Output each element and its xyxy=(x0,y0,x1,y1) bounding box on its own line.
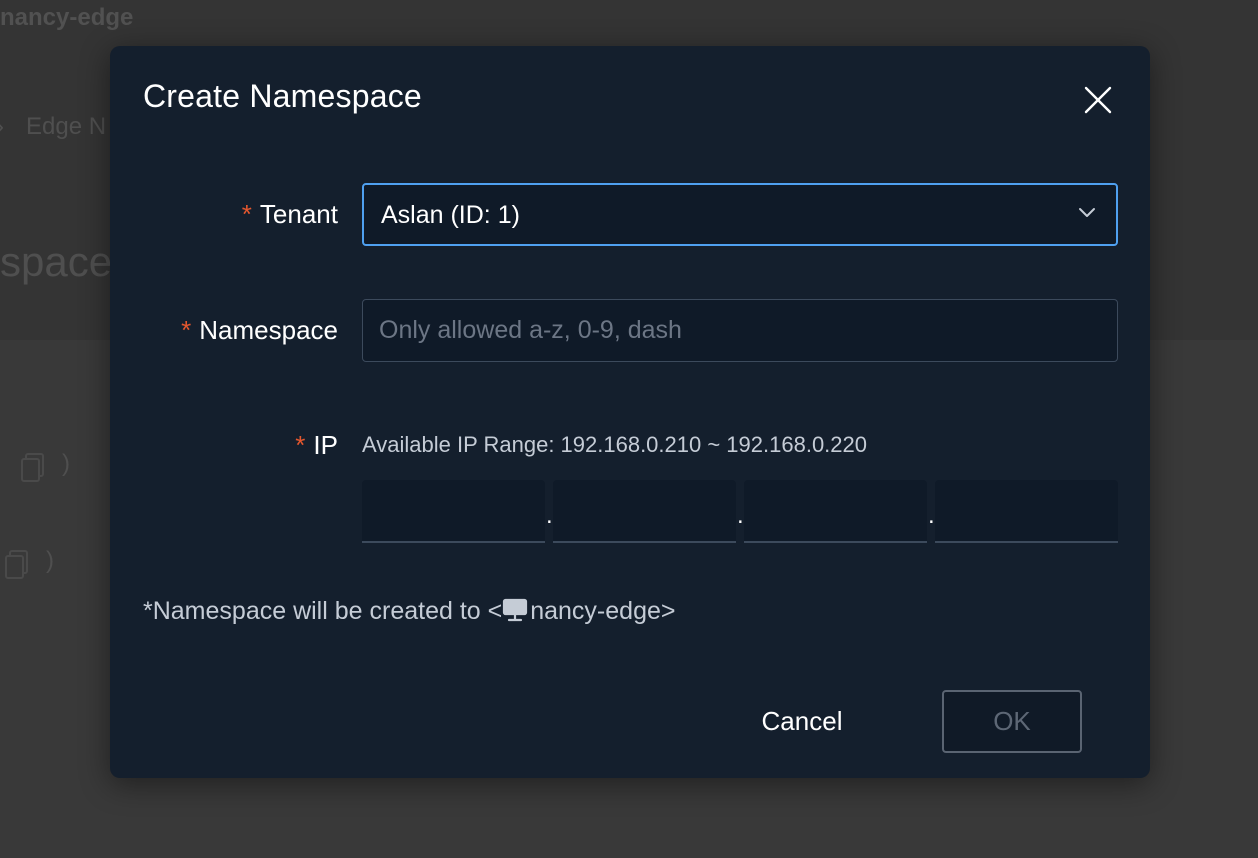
namespace-label-text: Namespace xyxy=(199,315,338,345)
cancel-button[interactable]: Cancel xyxy=(730,690,874,752)
required-mark: * xyxy=(295,430,306,460)
namespace-target-note: *Namespace will be created to < nancy-ed… xyxy=(143,597,675,626)
ip-separator: . xyxy=(928,502,935,529)
close-button[interactable] xyxy=(1078,80,1118,120)
monitor-icon xyxy=(503,598,528,622)
dialog-title: Create Namespace xyxy=(143,78,422,114)
tenant-label-text: Tenant xyxy=(259,199,338,229)
ip-label-text: IP xyxy=(313,430,338,460)
close-icon xyxy=(1084,86,1112,114)
ip-separator: . xyxy=(546,502,553,529)
required-mark: * xyxy=(181,315,192,345)
namespace-label: * Namespace xyxy=(181,315,338,346)
ip-range-hint: Available IP Range: 192.168.0.210 ~ 192.… xyxy=(362,432,868,457)
namespace-input[interactable] xyxy=(362,299,1118,362)
ok-button[interactable]: OK xyxy=(942,690,1082,753)
ip-octet-1-input[interactable] xyxy=(362,480,545,543)
note-prefix: *Namespace will be created to < xyxy=(143,597,503,625)
ip-octet-3-input[interactable] xyxy=(744,480,927,543)
ip-separator: . xyxy=(737,502,744,529)
ip-label: * IP xyxy=(295,430,338,461)
chevron-down-icon xyxy=(1079,208,1095,217)
required-mark: * xyxy=(241,199,252,229)
ip-octet-4-input[interactable] xyxy=(935,480,1118,543)
tenant-select[interactable]: Aslan (ID: 1) xyxy=(362,183,1118,246)
tenant-label: * Tenant xyxy=(242,199,338,230)
note-device: nancy-edge> xyxy=(530,597,676,625)
ip-octet-2-input[interactable] xyxy=(553,480,736,543)
tenant-select-value: Aslan (ID: 1) xyxy=(381,201,520,229)
create-namespace-dialog: Create Namespace * Tenant Aslan (ID: 1) *… xyxy=(110,46,1150,778)
